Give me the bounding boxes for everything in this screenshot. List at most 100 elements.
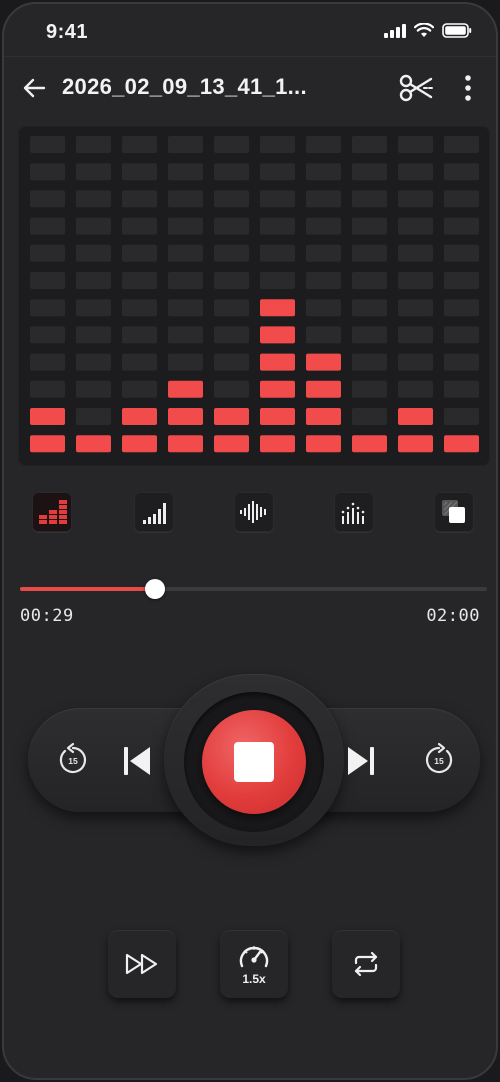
repeat-button[interactable] — [332, 930, 400, 998]
visualizer-cell — [168, 217, 203, 235]
next-track-button[interactable] — [344, 744, 378, 778]
visualizer-cell — [260, 217, 295, 235]
speedometer-icon — [239, 946, 269, 968]
signal-bars-mode-button[interactable] — [134, 492, 174, 532]
total-duration: 02:00 — [426, 606, 480, 626]
visualizer-cell-active — [352, 435, 387, 453]
status-bar: 9:41 — [4, 4, 496, 56]
visualizer-cell — [444, 380, 479, 398]
visualizer-cell — [352, 217, 387, 235]
visualizer-cell — [398, 326, 433, 344]
visualizer-cell — [214, 217, 249, 235]
visualizer-cell — [306, 136, 341, 153]
visualizer-cell-active — [260, 353, 295, 371]
visualizer-cell — [214, 380, 249, 398]
square-mode-button[interactable] — [434, 492, 474, 532]
skip-forward-15-button[interactable]: 15 — [422, 742, 456, 778]
visualizer-cell — [30, 217, 65, 235]
visualizer-cell — [306, 272, 341, 289]
visualizer-cell — [122, 190, 157, 208]
visualizer-cell — [168, 136, 203, 153]
visualizer-cell — [122, 244, 157, 262]
back-button[interactable] — [20, 74, 48, 102]
playback-progress-track[interactable] — [20, 579, 487, 599]
visualizer-cell — [398, 299, 433, 317]
spectrum-dots-icon — [341, 502, 365, 524]
visualizer-cell — [352, 190, 387, 208]
visualizer-cell — [30, 190, 65, 208]
visualizer-cell — [398, 353, 433, 371]
visualizer-cell — [122, 217, 157, 235]
visualizer-cell — [214, 244, 249, 262]
previous-track-button[interactable] — [120, 744, 154, 778]
skip-next-icon — [348, 747, 374, 775]
visualizer-cell — [398, 136, 433, 153]
current-time: 00:29 — [20, 606, 74, 626]
visualizer-cell — [444, 136, 479, 153]
fast-forward-button[interactable] — [108, 930, 176, 998]
visualizer-cell — [76, 380, 111, 398]
visualizer-cell — [122, 380, 157, 398]
visualizer-cell — [398, 272, 433, 289]
visualizer-cell-active — [214, 408, 249, 425]
trim-button[interactable] — [398, 72, 434, 104]
visualizer-cell-active — [306, 380, 341, 398]
visualizer-cell — [30, 136, 65, 153]
visualizer-cell — [122, 272, 157, 289]
visualizer-cell — [76, 163, 111, 181]
stop-button[interactable] — [202, 710, 306, 814]
visualizer-cell — [76, 136, 111, 153]
visualizer-cell — [398, 190, 433, 208]
led-bars-mode-button[interactable] — [32, 492, 72, 532]
visualizer-cell — [306, 217, 341, 235]
visualizer-cell — [352, 163, 387, 181]
visualizer-cell — [260, 190, 295, 208]
visualizer-cell — [260, 163, 295, 181]
visualizer-cell — [122, 136, 157, 153]
visualizer-cell — [122, 326, 157, 344]
visualizer-cell — [444, 326, 479, 344]
visualizer-cell — [352, 408, 387, 425]
visualizer-cell — [306, 326, 341, 344]
visualizer-cell — [76, 190, 111, 208]
visualizer-cell — [168, 299, 203, 317]
visualizer-cell — [30, 326, 65, 344]
visualizer-cell-active — [260, 326, 295, 344]
visualizer-cell — [168, 244, 203, 262]
visualizer-cell — [168, 272, 203, 289]
visualizer-cell — [352, 380, 387, 398]
skip-back-seconds: 15 — [68, 756, 78, 766]
visualizer-mode-selector — [4, 492, 496, 536]
visualizer-cell — [444, 217, 479, 235]
visualizer-cell-active — [260, 408, 295, 425]
status-time: 9:41 — [46, 21, 89, 43]
visualizer-cell-active — [168, 380, 203, 398]
visualizer-cell — [352, 136, 387, 153]
playback-speed-button[interactable]: 1.5x — [220, 930, 288, 998]
status-icons — [384, 22, 472, 43]
visualizer-cell — [30, 299, 65, 317]
recording-title: 2026_02_09_13_41_1... — [62, 74, 307, 99]
app-header: 2026_02_09_13_41_1... — [4, 64, 496, 112]
more-options-button[interactable] — [460, 72, 476, 104]
waveform-mode-button[interactable] — [234, 492, 274, 532]
visualizer-cell — [214, 299, 249, 317]
waveform-icon — [240, 501, 266, 523]
visualizer-cell-active — [306, 353, 341, 371]
visualizer-cell-active — [76, 435, 111, 453]
skip-back-15-button[interactable]: 15 — [56, 742, 90, 778]
visualizer-cell — [444, 353, 479, 371]
visualizer-cell-active — [168, 408, 203, 425]
visualizer-cell — [444, 190, 479, 208]
visualizer-cell — [352, 353, 387, 371]
visualizer-cell — [30, 272, 65, 289]
visualizer-cell — [76, 408, 111, 425]
visualizer-cell — [214, 136, 249, 153]
playback-progress-fill — [20, 587, 155, 591]
playback-scrubber-thumb[interactable] — [145, 579, 165, 599]
visualizer-cell — [306, 244, 341, 262]
visualizer-cell — [444, 244, 479, 262]
spectrum-mode-button[interactable] — [334, 492, 374, 532]
stop-icon — [234, 742, 274, 782]
visualizer-cell — [76, 353, 111, 371]
